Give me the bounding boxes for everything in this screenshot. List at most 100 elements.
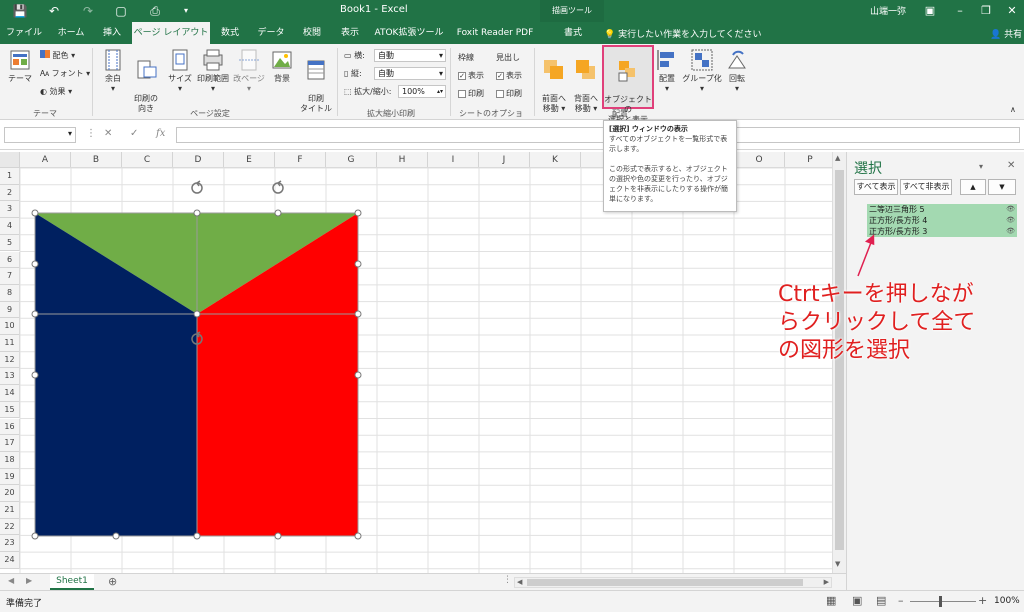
pane-item[interactable]: 二等辺三角形 5 👁 xyxy=(867,204,1017,215)
breaks-button[interactable]: 改ページ ▾ xyxy=(232,48,266,94)
size-button[interactable]: サイズ ▾ xyxy=(166,48,194,94)
tab-format[interactable]: 書式 xyxy=(544,22,602,44)
normal-view-icon[interactable]: ▦ xyxy=(826,594,836,607)
scroll-right-icon[interactable]: ▶ xyxy=(824,578,829,586)
resize-handle[interactable] xyxy=(31,371,39,379)
resize-handle[interactable] xyxy=(31,532,39,540)
tab-home[interactable]: ホーム xyxy=(50,22,92,44)
eye-icon[interactable]: 👁 xyxy=(1006,215,1015,226)
formula-input[interactable] xyxy=(176,127,1020,143)
tab-split-icon[interactable]: ⋮ xyxy=(503,575,512,585)
colors-button[interactable]: 配色 ▾ xyxy=(40,50,75,62)
resize-handle[interactable] xyxy=(193,532,201,540)
resize-handle[interactable] xyxy=(354,532,362,540)
cancel-icon[interactable]: ✕ xyxy=(104,128,112,139)
worksheet-grid[interactable]: ABCDEFGHIJKLMNOP 12345678910111213141516… xyxy=(0,152,832,573)
save-icon[interactable]: 💾 xyxy=(12,3,28,19)
tell-me-box[interactable]: 💡 実行したい作業を入力してください xyxy=(604,27,762,40)
eye-icon[interactable]: 👁 xyxy=(1006,226,1015,237)
scale-spinner[interactable]: 100% ▴▾ xyxy=(398,85,446,98)
customize-toolbar-icon[interactable]: ▾ xyxy=(178,3,194,19)
share-button[interactable]: 👤 共有 xyxy=(990,27,1022,40)
gridlines-view-checkbox[interactable]: ✓ 表示 xyxy=(458,70,484,82)
resize-handle[interactable] xyxy=(193,310,201,318)
tab-insert[interactable]: 挿入 xyxy=(94,22,130,44)
minimize-icon[interactable]: – xyxy=(950,3,970,19)
pane-item[interactable]: 正方形/長方形 3 👁 xyxy=(867,226,1017,237)
redo-icon[interactable]: ↷ xyxy=(80,3,96,19)
orientation-button[interactable]: 印刷の 向き xyxy=(130,48,162,114)
print-titles-button[interactable]: 印刷 タイトル xyxy=(300,48,332,114)
zoom-in-icon[interactable]: + xyxy=(978,594,987,607)
tab-review[interactable]: 校閲 xyxy=(294,22,330,44)
scroll-left-icon[interactable]: ◀ xyxy=(517,578,522,586)
resize-handle[interactable] xyxy=(31,310,39,318)
tab-atok[interactable]: ATOK拡張ツール xyxy=(370,22,448,44)
background-button[interactable]: 背景 xyxy=(268,48,296,84)
tab-file[interactable]: ファイル xyxy=(4,22,44,44)
headings-view-checkbox[interactable]: ✓ 表示 xyxy=(496,70,522,82)
print-preview-icon[interactable]: ▢ xyxy=(113,3,129,19)
sheet-prev-icon[interactable]: ◀ xyxy=(8,576,14,585)
name-box[interactable]: ▾ xyxy=(4,127,76,143)
zoom-level[interactable]: 100% xyxy=(994,596,1020,606)
close-pane-icon[interactable]: ✕ xyxy=(1007,160,1015,171)
resize-handle[interactable] xyxy=(274,209,282,217)
eye-icon[interactable]: 👁 xyxy=(1006,204,1015,215)
move-up-button[interactable]: ▲ xyxy=(960,179,986,195)
enter-icon[interactable]: ✓ xyxy=(130,128,138,139)
scroll-down-icon[interactable]: ▼ xyxy=(835,560,840,568)
formula-bar-handle-icon[interactable]: ⋮ xyxy=(86,128,96,139)
zoom-out-icon[interactable]: – xyxy=(898,594,904,607)
resize-handle[interactable] xyxy=(274,532,282,540)
width-combo[interactable]: 自動 ▾ xyxy=(374,49,446,62)
new-sheet-icon[interactable]: ⊕ xyxy=(108,575,117,588)
close-icon[interactable]: ✕ xyxy=(1002,3,1022,19)
user-name[interactable]: 山端一弥 xyxy=(870,4,906,17)
hscroll-thumb[interactable] xyxy=(527,579,803,586)
share-workbook-icon[interactable]: ⎙ xyxy=(147,3,163,19)
resize-handle[interactable] xyxy=(193,209,201,217)
bring-forward-button[interactable]: 前面へ 移動 ▾ xyxy=(538,48,570,114)
resize-handle[interactable] xyxy=(31,209,39,217)
tab-page-layout[interactable]: ページ レイアウト xyxy=(132,22,210,44)
horizontal-scrollbar[interactable]: ◀ ▶ xyxy=(514,577,832,588)
page-break-view-icon[interactable]: ▤ xyxy=(876,594,886,607)
hide-all-button[interactable]: すべて非表示 xyxy=(900,179,952,195)
resize-handle[interactable] xyxy=(31,260,39,268)
selection-pane-button[interactable]: オブジェクトの 選択と表示 xyxy=(602,45,654,124)
rotate-button[interactable]: 回転 ▾ xyxy=(724,48,750,94)
resize-handle[interactable] xyxy=(112,532,120,540)
resize-handle[interactable] xyxy=(354,371,362,379)
tab-foxit[interactable]: Foxit Reader PDF xyxy=(452,22,538,44)
rotate-handle-icon[interactable] xyxy=(191,180,203,194)
gridlines-print-checkbox[interactable]: 印刷 xyxy=(458,88,484,100)
pane-item[interactable]: 正方形/長方形 4 👁 xyxy=(867,215,1017,226)
show-all-button[interactable]: すべて表示 xyxy=(854,179,898,195)
sheet-next-icon[interactable]: ▶ xyxy=(26,576,32,585)
move-down-button[interactable]: ▼ xyxy=(988,179,1016,195)
tab-data[interactable]: データ xyxy=(250,22,292,44)
effects-button[interactable]: ◐ 効果 ▾ xyxy=(40,86,72,98)
zoom-slider[interactable] xyxy=(910,601,976,602)
ribbon-display-icon[interactable]: ▣ xyxy=(920,3,940,19)
fonts-button[interactable]: 🗛 フォント ▾ xyxy=(40,68,90,80)
page-layout-view-icon[interactable]: ▣ xyxy=(852,594,862,607)
print-area-button[interactable]: 印刷範囲 ▾ xyxy=(196,48,230,94)
zoom-slider-thumb[interactable] xyxy=(939,596,942,607)
tab-view[interactable]: 表示 xyxy=(332,22,368,44)
headings-print-checkbox[interactable]: 印刷 xyxy=(496,88,522,100)
resize-handle[interactable] xyxy=(354,310,362,318)
insert-function-icon[interactable]: fx xyxy=(156,128,165,139)
collapse-ribbon-icon[interactable]: ∧ xyxy=(1010,104,1016,116)
resize-handle[interactable] xyxy=(354,260,362,268)
send-backward-button[interactable]: 背面へ 移動 ▾ xyxy=(570,48,602,114)
resize-handle[interactable] xyxy=(354,209,362,217)
themes-button[interactable]: テーマ xyxy=(6,48,34,84)
pane-options-icon[interactable]: ▾ xyxy=(979,162,983,171)
margins-button[interactable]: 余白 ▾ xyxy=(98,48,128,94)
restore-icon[interactable]: ❐ xyxy=(976,3,996,19)
align-button[interactable]: 配置 ▾ xyxy=(654,48,680,94)
undo-icon[interactable]: ↶ xyxy=(46,3,62,19)
sheet-tab[interactable]: Sheet1 xyxy=(50,574,94,590)
